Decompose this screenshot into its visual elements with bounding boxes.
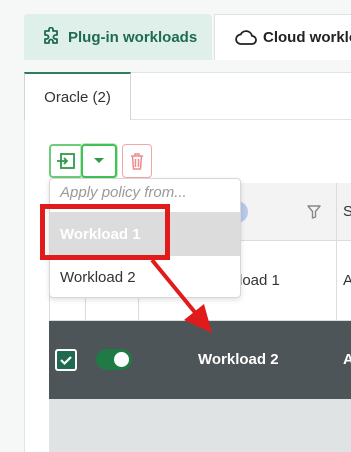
subtab-divider — [131, 119, 351, 120]
apply-policy-icon — [57, 153, 75, 169]
row-2-col-a: A — [343, 351, 351, 368]
puzzle-icon — [44, 27, 58, 44]
row-2-enable-toggle[interactable] — [96, 349, 132, 370]
tab-oracle[interactable]: Oracle (2) — [24, 72, 131, 120]
apply-policy-button[interactable] — [49, 144, 83, 178]
check-icon — [60, 356, 72, 366]
tab-plugin-label: Plug-in workloads — [68, 28, 198, 46]
tab-oracle-label: Oracle (2) — [44, 88, 111, 106]
trash-icon — [131, 153, 143, 170]
menu-item-label: Workload 2 — [60, 268, 136, 286]
delete-button[interactable] — [122, 144, 152, 178]
apply-policy-dropdown-button[interactable] — [81, 144, 117, 178]
tab-cloud-label: Cloud workloads — [263, 29, 351, 46]
column-header-s: S — [343, 203, 351, 220]
row-1-col-a: A — [343, 272, 351, 289]
table-row-empty — [49, 399, 351, 452]
menu-hint: Apply policy from... — [60, 184, 187, 201]
row-2-name: Workload 2 — [198, 351, 279, 368]
tab-cloud-workloads[interactable]: Cloud workloads — [214, 14, 351, 60]
toggle-knob — [114, 352, 129, 367]
tab-plugin-workloads[interactable]: Plug-in workloads — [24, 14, 212, 60]
filter-icon[interactable] — [307, 205, 321, 219]
annotation-highlight-box — [40, 204, 170, 260]
row-2-checkbox[interactable] — [55, 349, 77, 371]
cloud-icon — [235, 29, 257, 45]
menu-item-workload-2[interactable]: Workload 2 — [50, 256, 240, 298]
row-1-name: load 1 — [239, 272, 280, 289]
caret-down-icon — [94, 158, 104, 163]
